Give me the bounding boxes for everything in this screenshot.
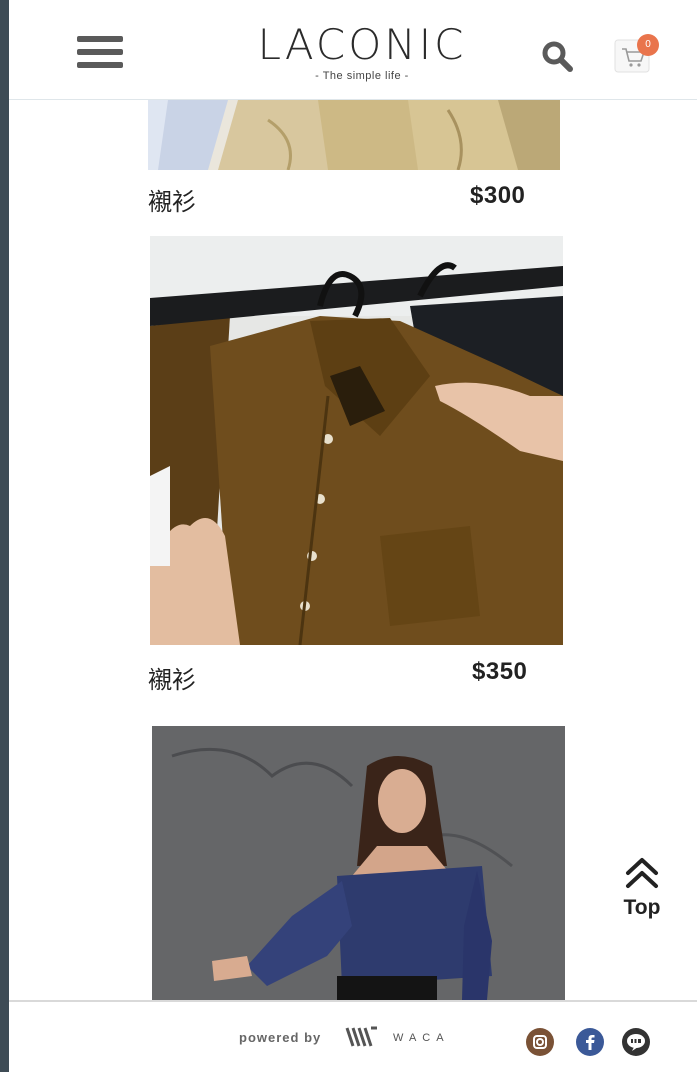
back-to-top-label: Top: [623, 896, 661, 919]
site-logo[interactable]: LACONIC - The simple life -: [247, 20, 477, 83]
site-header: LACONIC - The simple life - 0: [9, 0, 697, 100]
product-image-blue-top[interactable]: [152, 726, 565, 1000]
logo-subtitle: - The simple life -: [315, 70, 409, 82]
logo-title: LACONIC: [257, 20, 467, 69]
powered-by-text: powered by: [239, 1030, 322, 1045]
product-image-beige-shirts[interactable]: [148, 100, 560, 170]
line-icon[interactable]: [622, 1028, 650, 1056]
hamburger-menu-icon[interactable]: [77, 36, 123, 72]
waca-brand-text[interactable]: WACA: [393, 1032, 450, 1044]
facebook-icon[interactable]: [576, 1028, 604, 1056]
back-to-top-button[interactable]: Top: [610, 855, 674, 935]
instagram-icon[interactable]: [526, 1028, 554, 1056]
product-name[interactable]: 襯衫: [148, 660, 196, 695]
product-image-brown-shirt[interactable]: [150, 236, 563, 645]
product-price: $350: [472, 658, 528, 685]
site-footer: powered by WACA: [9, 1000, 697, 1072]
product-price: $300: [470, 182, 526, 209]
search-icon[interactable]: [539, 38, 575, 74]
left-rail: [0, 0, 9, 1072]
chevrons-up-icon: [626, 858, 658, 888]
product-name[interactable]: 襯衫: [148, 182, 196, 217]
waca-logo-icon[interactable]: [345, 1024, 379, 1050]
cart-count-badge: 0: [637, 34, 659, 56]
